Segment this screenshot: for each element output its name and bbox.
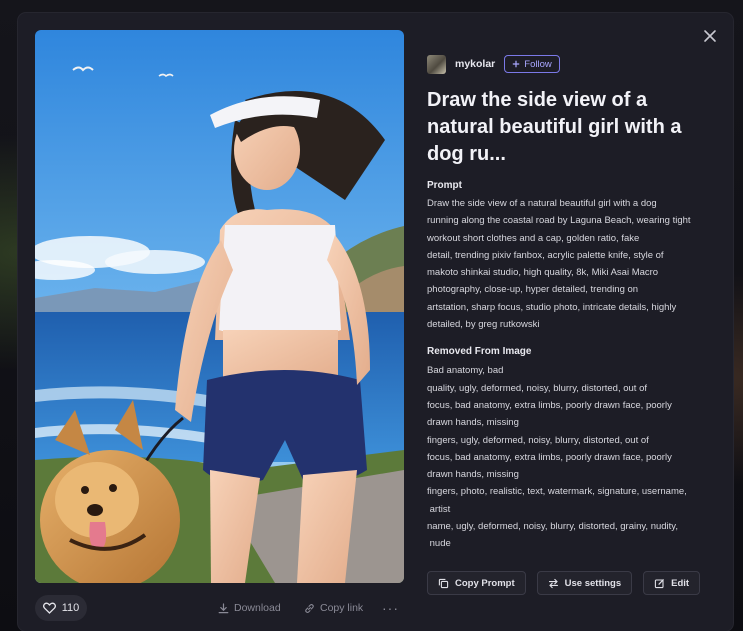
prompt-line: detail, trending pixiv fanbox, acrylic p… (427, 249, 664, 261)
removed-line: fingers, photo, realistic, text, waterma… (427, 486, 687, 498)
removed-label: Removed From Image (427, 346, 532, 358)
details-panel: mykolar Follow Draw the side view of a n… (427, 53, 719, 553)
heart-icon (42, 602, 56, 614)
prompt-line: running along the coastal road by Laguna… (427, 215, 691, 227)
more-options-button[interactable]: ··· (382, 595, 399, 621)
removed-line: focus, bad anatomy, extra limbs, poorly … (427, 399, 672, 411)
edit-button[interactable]: Edit (643, 571, 701, 595)
like-button[interactable]: 110 (35, 595, 87, 621)
download-button[interactable]: Download (218, 595, 281, 621)
copy-prompt-button[interactable]: Copy Prompt (427, 571, 526, 595)
copy-link-button[interactable]: Copy link (304, 595, 363, 621)
prompt-label: Prompt (427, 180, 462, 191)
generated-image[interactable] (35, 30, 404, 583)
prompt-text: Draw the side view of a natural beautifu… (427, 195, 719, 333)
swap-icon (548, 578, 559, 589)
plus-icon (512, 60, 520, 68)
prompt-line: detailed, by greg rutkowski (427, 319, 540, 331)
follow-button[interactable]: Follow (504, 55, 560, 73)
more-icon: ··· (382, 600, 399, 616)
removed-line: focus, bad anatomy, extra limbs, poorly … (427, 451, 672, 463)
removed-line: nude (427, 538, 451, 550)
prompt-actions: Copy Prompt Use settings Edit (427, 571, 701, 595)
removed-line: name, ugly, deformed, noisy, blurry, dis… (427, 521, 678, 533)
prompt-line: artstation, sharp focus, studio photo, i… (427, 301, 677, 313)
page-title: Draw the side view of a natural beautifu… (427, 89, 682, 165)
like-count: 110 (61, 602, 80, 614)
edit-icon (654, 578, 665, 589)
avatar[interactable] (427, 54, 446, 74)
image-detail-modal: 110 Download Copy link ··· mykolar Follo… (18, 13, 733, 631)
prompt-line: photography, close-up, hyper detailed, t… (427, 284, 639, 296)
prompt-line: workout short clothes and a cap, golden … (427, 232, 640, 244)
prompt-line: makoto shinkai studio, high quality, 8k,… (427, 267, 659, 279)
use-settings-label: Use settings (564, 577, 622, 589)
use-settings-button[interactable]: Use settings (536, 571, 633, 595)
copy-icon (438, 578, 449, 589)
removed-line: fingers, ugly, deformed, noisy, blurry, … (427, 434, 649, 446)
removed-line: quality, ugly, deformed, noisy, blurry, … (427, 382, 648, 394)
edit-label: Edit (671, 577, 690, 589)
copy-link-label: Copy link (320, 602, 364, 614)
author-row: mykolar Follow (427, 53, 719, 75)
download-label: Download (234, 602, 281, 614)
removed-line: drawn hands, missing (427, 417, 519, 429)
removed-line: Bad anatomy, bad (427, 365, 504, 377)
removed-line: artist (427, 503, 451, 515)
close-icon[interactable] (700, 26, 720, 46)
copy-prompt-label: Copy Prompt (455, 577, 515, 589)
prompt-line: Draw the side view of a natural beautifu… (427, 198, 657, 209)
removed-text: Bad anatomy, bad quality, ugly, deformed… (427, 362, 719, 552)
link-icon (304, 603, 315, 614)
follow-label: Follow (524, 58, 552, 70)
removed-line: drawn hands, missing (427, 469, 519, 481)
author-name[interactable]: mykolar (455, 58, 495, 70)
download-icon (218, 602, 229, 614)
